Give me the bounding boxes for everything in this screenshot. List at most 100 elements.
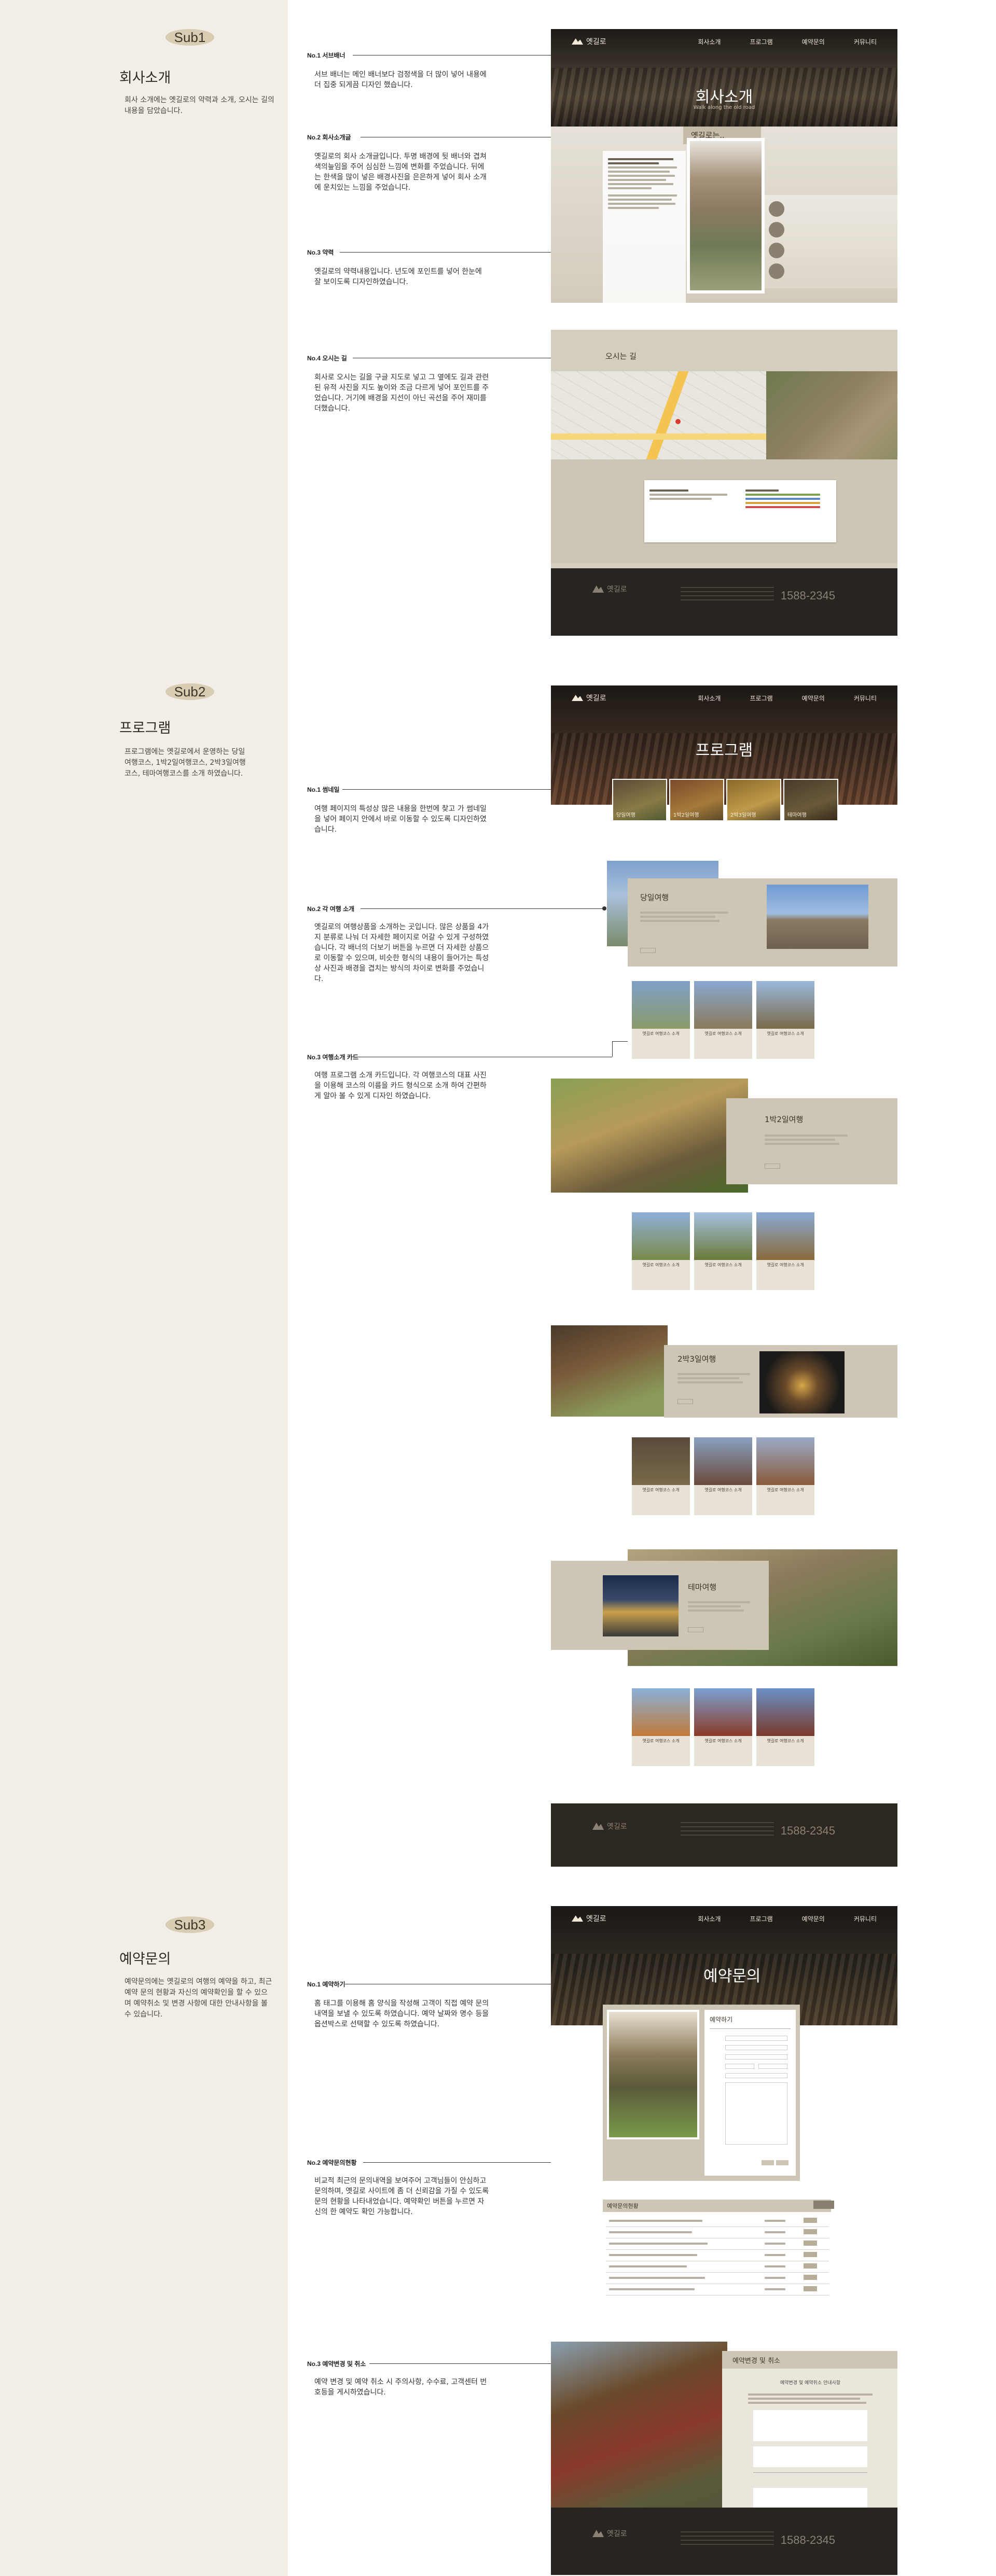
history-year-badge [769,243,784,258]
more-button[interactable] [640,948,656,953]
annotation-line [612,1041,613,1057]
history-year-badge [769,201,784,217]
change-header: 예약변경 및 취소 [722,2351,897,2369]
email-field[interactable] [725,2054,787,2060]
annotation-body: 홈 태그를 이용해 홈 양식을 작성해 고객이 직접 예약 문의내역을 보낼 수… [314,1999,489,2028]
hero-title: 프로그램 [695,741,753,760]
sub-banner: 옛길로 회사소개 프로그램 예약문의 커뮤니티 회사소개 Walk along … [551,29,897,127]
course-title: 1박2일여행 [765,1115,804,1124]
course-card[interactable]: 옛길로 여행코스 소개 [632,1437,690,1515]
history-year-badge [769,222,784,237]
course-card[interactable]: 옛길로 여행코스 소개 [632,1212,690,1290]
course-card[interactable]: 옛길로 여행코스 소개 [756,981,814,1059]
table-row [606,2261,829,2273]
annotation-body: 서브 배너는 메인 배너보다 검정색을 더 많이 넣어 내용에 더 집중 되게끔… [314,71,487,89]
annotation-line [361,908,604,909]
status-header: 예약문의현황 [603,2200,831,2212]
nav-item-reservation[interactable]: 예약문의 [802,1914,825,1923]
course-title: 당일여행 [640,893,669,902]
nav-item-community[interactable]: 커뮤니티 [854,694,877,703]
footer-logo-icon [592,1823,604,1830]
directions-panel [644,480,836,542]
people-select[interactable] [758,2064,787,2069]
nav-item-program[interactable]: 프로그램 [750,694,772,703]
day-trip-banner: 당일여행 [628,878,897,967]
thumbnail-2nights[interactable]: 2박3일여행 [726,779,781,821]
thumbnail-1night[interactable]: 1박2일여행 [669,779,724,821]
submit-button[interactable] [762,2160,774,2165]
annotation-line [612,1041,628,1042]
annotation-title: No.2 회사소개글 [307,134,351,141]
date-select[interactable] [725,2064,754,2069]
sub2-badge: Sub2 [161,680,218,703]
annotation-title: No.1 썸네일 [307,786,340,793]
course-card[interactable]: 옛길로 여행코스 소개 [756,1212,814,1290]
course-card[interactable]: 옛길로 여행코스 소개 [632,1688,690,1766]
nav-item-community[interactable]: 커뮤니티 [854,37,877,46]
nav-item-reservation[interactable]: 예약문의 [802,37,825,46]
nav-item-company[interactable]: 회사소개 [698,694,721,703]
nav-item-company[interactable]: 회사소개 [698,1914,721,1923]
phone-field[interactable] [725,2045,787,2050]
footer: 옛길로 1588-2345 [551,568,897,636]
nav-item-company[interactable]: 회사소개 [698,37,721,46]
course-card[interactable]: 옛길로 여행코스 소개 [694,981,752,1059]
temple-photo [551,1079,748,1193]
course-card[interactable]: 옛길로 여행코스 소개 [694,1437,752,1515]
logo[interactable]: 옛길로 [572,36,606,47]
sub3-desc: 예약문의에는 옛길로의 여행의 예약을 하고, 최근 예약 문의 현황과 자신의… [125,1978,272,2019]
footer-info-text [681,587,774,603]
annotation-title: No.3 예약변경 및 취소 [307,2360,366,2368]
course-card[interactable]: 옛길로 여행코스 소개 [694,1212,752,1290]
course-select[interactable] [725,2073,787,2078]
sub1-desc: 회사 소개에는 옛길로의 약력과 소개, 오시는 길의 내용을 담았습니다. [125,96,274,115]
annotation-body: 회사로 오시는 길을 구글 지도로 넣고 그 옆에도 길과 관련된 유적 사진을… [314,373,489,413]
logo-mark-icon [572,693,583,703]
annotation-title: No.4 오시는 길 [307,355,347,362]
status-title: 예약문의현황 [607,2203,639,2209]
logo-text: 옛길로 [586,694,606,703]
nav-item-community[interactable]: 커뮤니티 [854,1914,877,1923]
sub1-page-mockup: 옛길로 회사소개 프로그램 예약문의 커뮤니티 회사소개 Walk along … [551,29,897,636]
nav-item-reservation[interactable]: 예약문의 [802,694,825,703]
annotation-body: 옛길로의 회사 소개글입니다. 투명 배경에 뒷 배너와 겹쳐 색의늪임을 주어… [314,152,487,192]
table-row [606,2249,829,2261]
footer-tel: 1588-2345 [780,589,835,602]
hero-title: 예약문의 [703,1967,761,1985]
annotation-title: No.2 예약문의현황 [307,2159,357,2166]
reservation-check-button[interactable] [813,2201,834,2209]
logo-mark-icon [572,37,583,46]
message-textarea[interactable] [725,2082,787,2145]
footer-tel: 1588-2345 [780,2533,835,2546]
course-card[interactable]: 옛길로 여행코스 소개 [756,1688,814,1766]
pagoda-photo [687,138,765,293]
hero-title: 회사소개 [695,88,753,106]
more-button[interactable] [677,1399,693,1404]
sub3-badge: Sub3 [161,1913,218,1936]
logo-text: 옛길로 [586,1915,606,1923]
course-card[interactable]: 옛길로 여행코스 소개 [694,1688,752,1766]
more-button[interactable] [765,1164,780,1169]
sub1-badge: Sub1 [161,26,218,49]
more-button[interactable] [688,1627,703,1632]
nav-item-program[interactable]: 프로그램 [750,37,772,46]
annotation-body: 여행 페이지의 특성상 많은 내용을 한번에 찾고 가 썸네일을 넣어 페이지 … [314,805,487,834]
annotation-body: 예약 변경 및 예약 취소 시 주의사항, 수수료, 고객센터 번호등을 게시하… [314,2378,487,2397]
cancel-button[interactable] [776,2160,789,2165]
table-row [606,2272,829,2284]
course-card[interactable]: 옛길로 여행코스 소개 [756,1437,814,1515]
night-temple-photo [603,1575,679,1636]
course-card[interactable]: 옛길로 여행코스 소개 [632,981,690,1059]
map-pin-icon [675,419,681,424]
annotation-title: No.3 약력 [307,249,334,256]
logo-mark-icon [572,1914,583,1923]
table-row [606,2215,829,2227]
1night-banner: 1박2일여행 [726,1098,897,1184]
nav-item-program[interactable]: 프로그램 [750,1914,772,1923]
thumbnail-theme[interactable]: 테마여행 [783,779,838,821]
thumbnail-day-trip[interactable]: 당일여행 [612,779,667,821]
2nights-banner: 2박3일여행 [664,1345,897,1418]
name-field[interactable] [725,2036,787,2041]
sub2-footer: 옛길로 1588-2345 [551,1803,897,1867]
table-row [606,2227,829,2238]
